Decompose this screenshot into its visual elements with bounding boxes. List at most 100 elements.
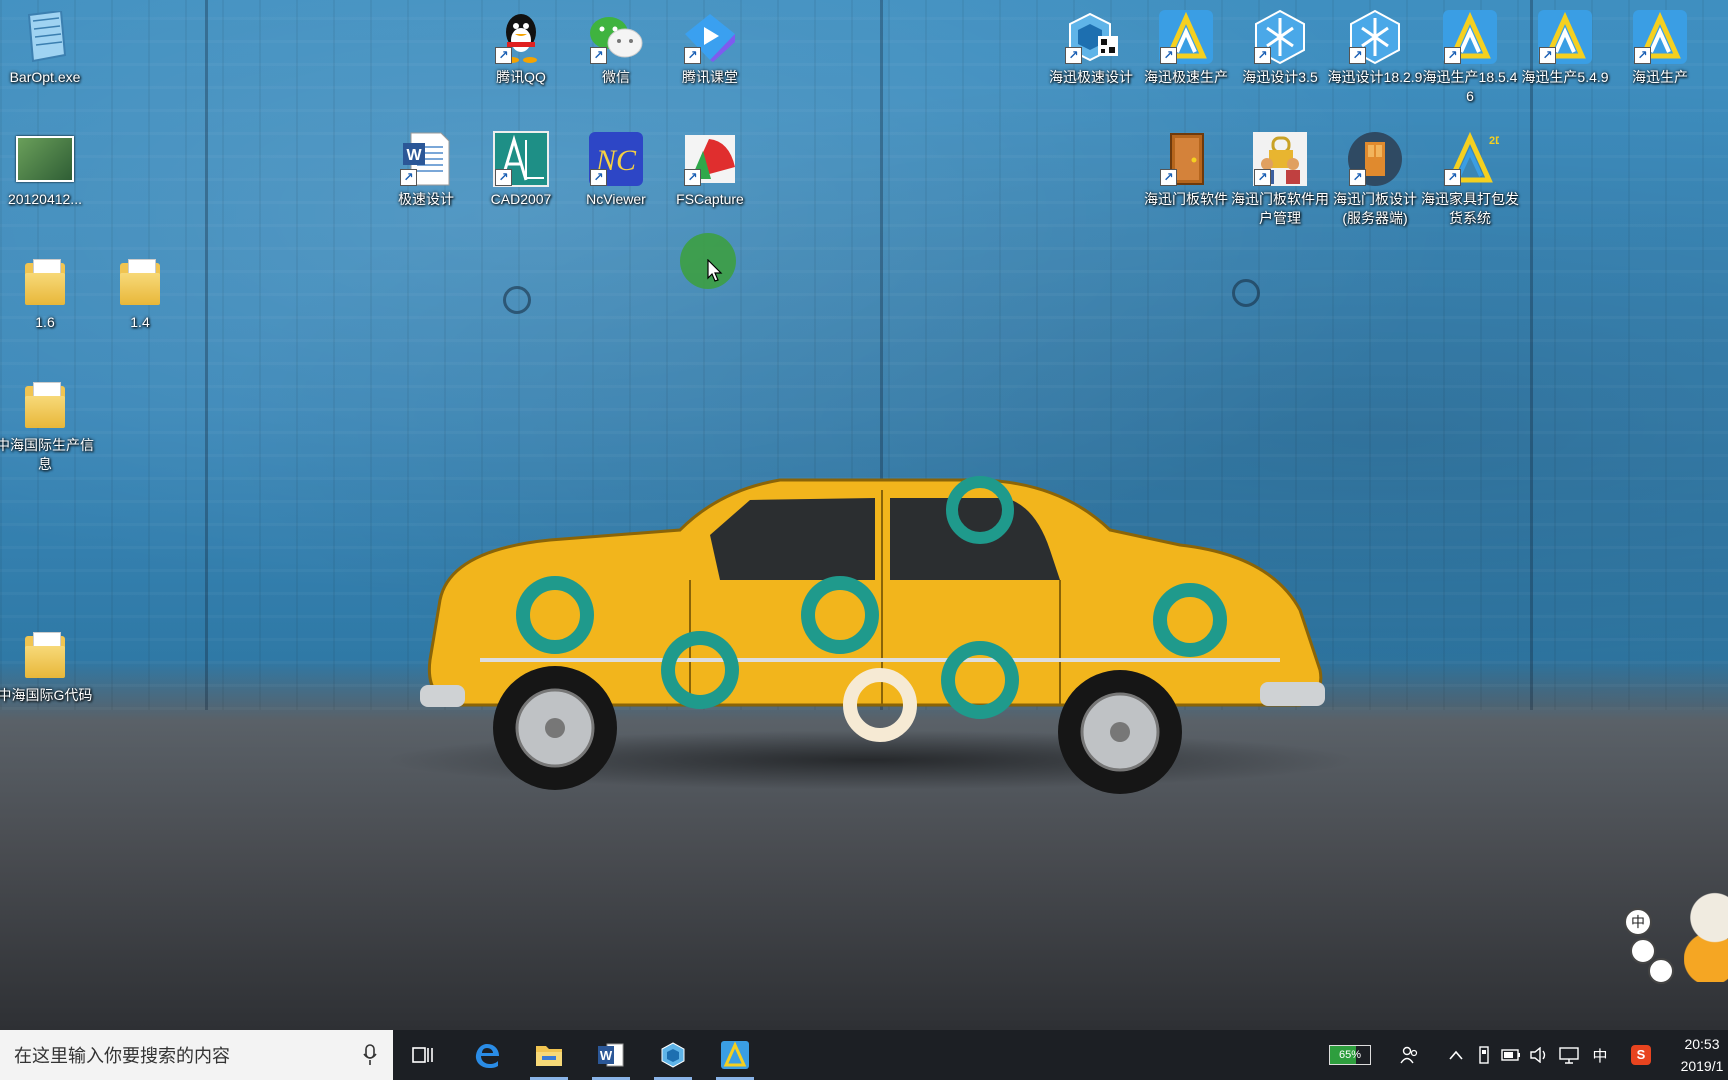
desktop-icon-haixun-fast-production[interactable]: ↗ 海迅极速生产 <box>1140 8 1232 87</box>
desktop-icon-haixun-door-user-mgmt[interactable]: ↗ 海迅门板软件用户管理 <box>1231 130 1329 228</box>
shortcut-arrow-icon: ↗ <box>1349 47 1366 64</box>
folder-icon <box>111 253 169 311</box>
shortcut-arrow-icon: ↗ <box>1254 47 1271 64</box>
haixun-triangle-icon: ↗ <box>1536 8 1594 66</box>
desktop-icon-haixun-door-server[interactable]: ↗ 海迅门板设计(服务器端) <box>1329 130 1421 228</box>
volume-button[interactable] <box>1526 1030 1552 1080</box>
icon-label: 海迅极速设计 <box>1049 69 1133 85</box>
svg-text:W: W <box>600 1048 613 1063</box>
battery-tray-icon <box>1501 1049 1520 1061</box>
fscapture-icon: ↗ <box>681 130 739 188</box>
sogou-icon: S <box>1631 1045 1651 1065</box>
network-button[interactable] <box>1555 1030 1583 1080</box>
desktop-icon-haixun-production[interactable]: ↗ 海迅生产 <box>1614 8 1706 87</box>
desktop-icon-image-file[interactable]: 20120412... <box>0 130 91 209</box>
taskbar-haixun-production-button[interactable] <box>710 1030 760 1080</box>
desktop-icon-wechat[interactable]: ↗ 微信 <box>570 8 662 87</box>
wechat-icon: ↗ <box>587 8 645 66</box>
taskbar-clock[interactable]: 20:53 2019/1 <box>1672 1033 1728 1077</box>
floating-ime-button[interactable]: 中 <box>1624 908 1652 936</box>
taskbar-edge-button[interactable] <box>462 1030 512 1080</box>
task-view-icon <box>412 1047 433 1063</box>
svg-text:W: W <box>406 147 422 164</box>
ime-skin-icon[interactable] <box>1648 958 1674 984</box>
taskbar-haixun-design-button[interactable] <box>648 1030 698 1080</box>
taskbar-search-box[interactable]: 在这里输入你要搜索的内容 <box>0 1030 393 1080</box>
search-placeholder: 在这里输入你要搜索的内容 <box>14 1046 230 1066</box>
desktop-icon-fscapture[interactable]: ↗ FSCapture <box>664 130 756 209</box>
notepad-icon <box>16 8 74 66</box>
people-button[interactable] <box>1394 1030 1426 1080</box>
desktop-icon-tencent-classroom[interactable]: ↗ 腾讯课堂 <box>664 8 756 87</box>
icon-label: CAD2007 <box>490 191 552 207</box>
shortcut-arrow-icon: ↗ <box>1444 169 1461 186</box>
desktop-icon-fast-design-doc[interactable]: W ↗ 极速设计 <box>380 130 472 209</box>
icon-label: BarOpt.exe <box>9 69 81 85</box>
icon-label: 海迅生产18.5.46 <box>1422 69 1518 104</box>
taskbar-file-explorer-button[interactable] <box>524 1030 574 1080</box>
task-view-button[interactable] <box>398 1030 448 1080</box>
shortcut-arrow-icon: ↗ <box>1349 169 1366 186</box>
shortcut-arrow-icon: ↗ <box>1539 47 1556 64</box>
desktop-icon-baropt[interactable]: BarOpt.exe <box>0 8 91 87</box>
volume-icon <box>1530 1047 1546 1063</box>
cad-icon: ↗ <box>492 130 550 188</box>
icon-label: 海迅门板设计(服务器端) <box>1333 191 1417 226</box>
haixun-triangle-icon: ↗ <box>1157 8 1215 66</box>
taskbar-word-button[interactable]: W <box>586 1030 636 1080</box>
icon-label: 腾讯QQ <box>496 69 546 85</box>
desktop-icon-haixun-design-3-5[interactable]: ↗ 海迅设计3.5 <box>1234 8 1326 87</box>
door-server-icon: ↗ <box>1346 130 1404 188</box>
desktop-icon-haixun-production-5-4-9[interactable]: ↗ 海迅生产5.4.9 <box>1519 8 1611 87</box>
image-file-icon <box>16 130 74 188</box>
battery-icon: 65% <box>1329 1045 1371 1065</box>
shortcut-arrow-icon: ↗ <box>684 47 701 64</box>
icon-label: 海迅设计3.5 <box>1242 69 1318 85</box>
haixun-2d-icon: 2D ↗ <box>1441 130 1499 188</box>
folder-icon <box>16 626 74 684</box>
haixun-triangle-icon: ↗ <box>1631 8 1689 66</box>
folder-icon <box>16 376 74 434</box>
desktop-icon-haixun-production-18-5-46[interactable]: ↗ 海迅生产18.5.46 <box>1423 8 1517 106</box>
show-hidden-icons-button[interactable] <box>1444 1030 1468 1080</box>
folder-icon <box>536 1046 562 1066</box>
desktop-icon-folder-1-6[interactable]: 1.6 <box>0 253 91 332</box>
shortcut-arrow-icon: ↗ <box>1160 47 1177 64</box>
desktop-icon-folder-production-info[interactable]: 中海国际生产信息 <box>0 376 94 474</box>
icon-label: 海迅生产 <box>1632 69 1688 85</box>
icon-label: 海迅门板软件 <box>1144 191 1228 207</box>
desktop-icon-cad2007[interactable]: ↗ CAD2007 <box>475 130 567 209</box>
shortcut-arrow-icon: ↗ <box>1634 47 1651 64</box>
shortcut-arrow-icon: ↗ <box>495 169 512 186</box>
icon-label: 极速设计 <box>398 191 454 207</box>
input-method-button[interactable]: 中 <box>1586 1030 1614 1080</box>
sogou-ime-button[interactable]: S <box>1626 1030 1656 1080</box>
microphone-icon[interactable] <box>363 1044 377 1066</box>
battery-indicator[interactable]: 65% <box>1326 1030 1374 1080</box>
icon-label: 中海国际G代码 <box>0 687 93 703</box>
battery-percent: 65% <box>1338 1049 1362 1061</box>
desktop-icon-haixun-door-software[interactable]: ↗ 海迅门板软件 <box>1140 130 1232 209</box>
haixun-cube-icon <box>661 1042 685 1068</box>
icon-label: 海迅生产5.4.9 <box>1521 69 1609 85</box>
ncviewer-icon: NC ↗ <box>587 130 645 188</box>
shortcut-arrow-icon: ↗ <box>684 169 701 186</box>
desktop-icon-qq[interactable]: ↗ 腾讯QQ <box>475 8 567 87</box>
haixun-triangle-icon <box>721 1041 749 1069</box>
desktop-icon-haixun-design-18-2-9[interactable]: ↗ 海迅设计18.2.9 <box>1328 8 1422 87</box>
desktop-icon-haixun-fast-design[interactable]: ↗ 海迅极速设计 <box>1045 8 1137 87</box>
desktop-icon-haixun-packing-system[interactable]: 2D ↗ 海迅家具打包发货系统 <box>1421 130 1519 228</box>
network-icon <box>1559 1047 1579 1064</box>
clock-time: 20:53 <box>1684 1036 1720 1052</box>
desktop-icon-folder-1-4[interactable]: 1.4 <box>94 253 186 332</box>
clock-date: 2019/1 <box>1680 1058 1724 1074</box>
icon-label: 1.4 <box>130 314 150 330</box>
desktop-icon-folder-gcode[interactable]: 中海国际G代码 <box>0 626 92 705</box>
icon-label: 腾讯课堂 <box>682 69 738 85</box>
tray-battery-button[interactable] <box>1498 1030 1524 1080</box>
tencent-classroom-icon: ↗ <box>681 8 739 66</box>
svg-text:2D: 2D <box>1489 135 1499 147</box>
desktop-icon-ncviewer[interactable]: NC ↗ NcViewer <box>570 130 662 209</box>
tray-device-button[interactable] <box>1472 1030 1496 1080</box>
haixun-cube-icon: ↗ <box>1062 8 1120 66</box>
